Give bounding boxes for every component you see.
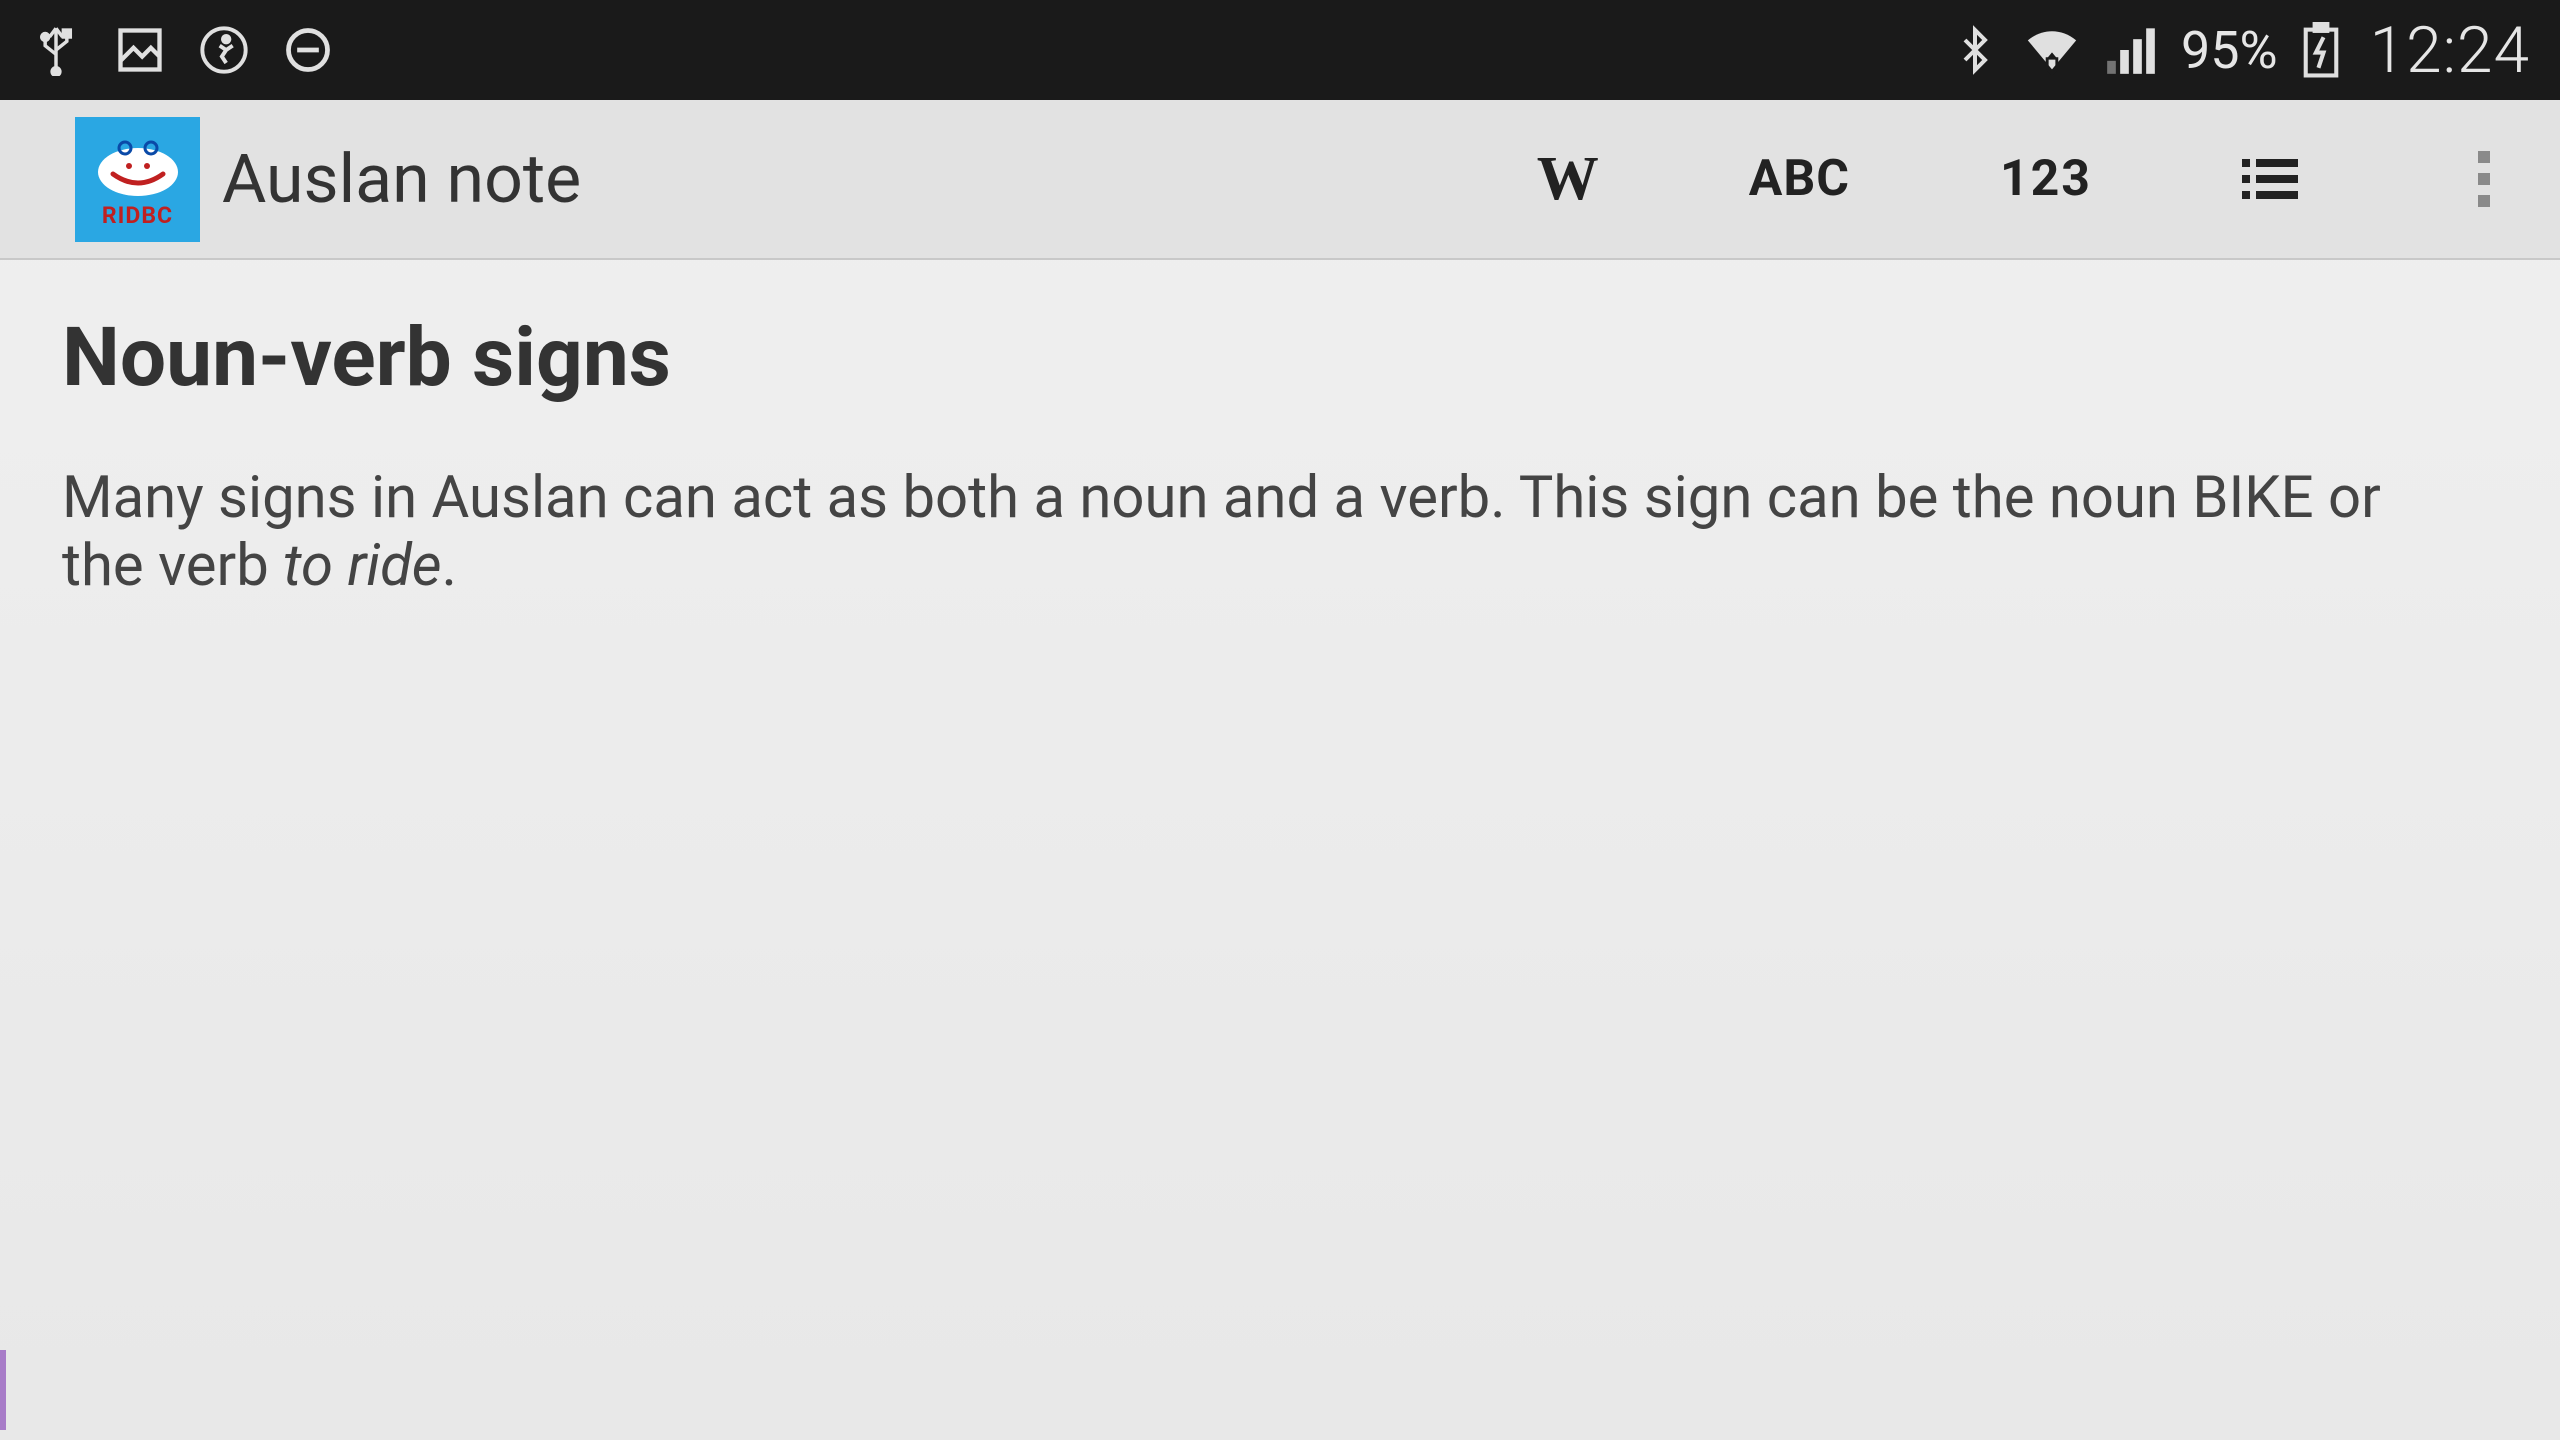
overflow-dot-icon xyxy=(2478,151,2490,163)
do-not-disturb-icon xyxy=(282,24,334,76)
bluetooth-icon xyxy=(1951,21,1999,79)
status-right-icons: 95% 12:24 xyxy=(1951,13,2530,88)
body-text-italic: to ride xyxy=(283,532,441,600)
status-clock: 12:24 xyxy=(2370,13,2530,88)
edge-indicator xyxy=(0,1350,6,1430)
status-bar: 95% 12:24 xyxy=(0,0,2560,100)
battery-charging-icon xyxy=(2302,22,2340,78)
overflow-dot-icon xyxy=(2478,173,2490,185)
content-heading: Noun-verb signs xyxy=(62,310,2498,406)
status-left-icons xyxy=(30,24,334,76)
content-area: Noun-verb signs Many signs in Auslan can… xyxy=(0,260,2560,651)
battery-percent: 95% xyxy=(2181,20,2278,81)
wifi-icon xyxy=(2023,25,2081,75)
usb-icon xyxy=(30,24,82,76)
logo-face-icon xyxy=(93,130,183,200)
app-title: Auslan note xyxy=(222,139,581,219)
numbers-button[interactable]: 123 xyxy=(2000,150,2092,208)
body-text-post: . xyxy=(442,532,457,600)
app-actions: W ABC 123 xyxy=(1537,141,2520,217)
image-icon xyxy=(114,24,166,76)
cellular-signal-icon xyxy=(2105,26,2157,74)
app-bar: RIDBC Auslan note W ABC 123 xyxy=(0,100,2560,260)
logo-brand-text: RIDBC xyxy=(102,202,173,229)
list-button[interactable] xyxy=(2242,155,2298,203)
list-icon xyxy=(2242,155,2298,203)
word-lookup-button[interactable]: W xyxy=(1537,144,1599,215)
content-body: Many signs in Auslan can act as both a n… xyxy=(62,464,2442,601)
overflow-dot-icon xyxy=(2478,195,2490,207)
app-logo[interactable]: RIDBC xyxy=(75,117,200,242)
abc-button[interactable]: ABC xyxy=(1749,150,1850,208)
running-icon xyxy=(198,24,250,76)
overflow-menu-button[interactable] xyxy=(2448,141,2520,217)
